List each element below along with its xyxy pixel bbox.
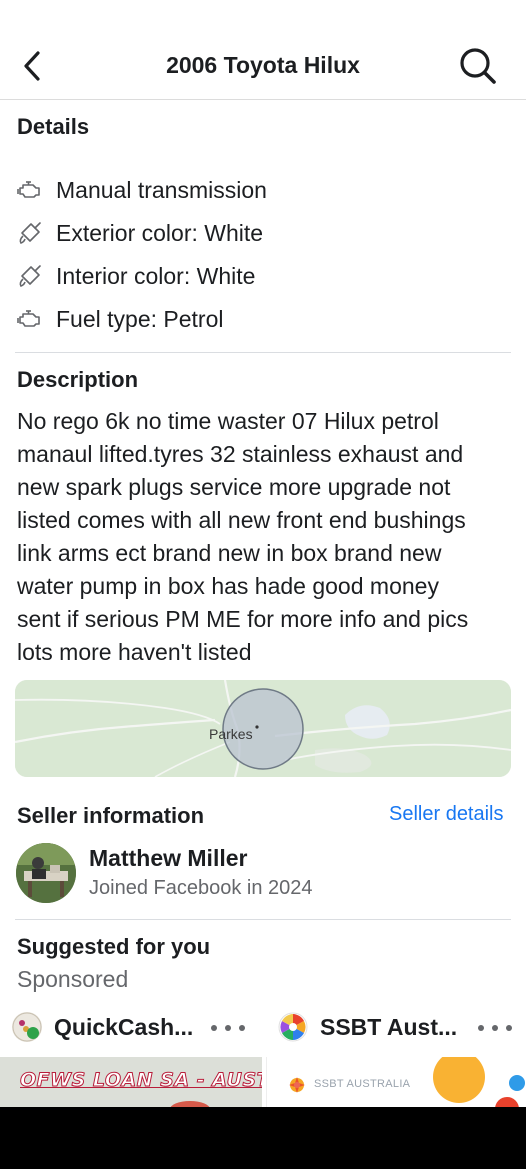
ad-advertiser-name: QuickCash... [54,1013,194,1040]
ad-banner-ssbt[interactable]: SSBT AUSTRALIA [266,1057,526,1107]
search-icon [460,48,496,84]
ad-banner-quickcash[interactable]: OFWS LOAN SA - AUSTRALIA [0,1057,262,1107]
more-dot [506,1025,512,1031]
more-horizontal-icon [478,1025,484,1031]
divider [15,919,511,920]
detail-label: Exterior color: White [56,219,264,246]
more-dot [492,1025,498,1031]
more-horizontal-icon [211,1025,217,1031]
search-button[interactable] [456,44,500,88]
engine-icon [17,177,47,203]
detail-transmission: Manual transmission [17,174,267,206]
description-line: No rego 6k no time waster 07 Hilux petro… [17,408,439,434]
ad-header-ssbt[interactable]: SSBT Aust... [278,1010,457,1044]
ad-header-quickcash[interactable]: QuickCash... [12,1010,193,1044]
more-dot [225,1025,231,1031]
avatar[interactable] [16,843,76,903]
detail-fuel-type: Fuel type: Petrol [17,303,223,335]
description-line: manaul lifted.tyres 32 stainless exhaust… [17,441,464,467]
description-line: link arms ect brand new in box brand new [17,540,442,566]
map-location-label: Parkes [209,726,253,742]
seller-name[interactable]: Matthew Miller [89,845,247,872]
description-line: new spark plugs service more upgrade not [17,474,451,500]
ad-more-button[interactable] [478,1020,512,1036]
paint-brush-icon [17,220,47,246]
quickcash-logo-icon [12,1012,42,1042]
description-line: listed comes with all new front end bush… [17,507,466,533]
location-map[interactable]: Parkes [15,680,511,777]
sponsored-label: Sponsored [17,966,129,992]
divider [15,352,511,353]
description-line: water pump in box has hade good money [17,573,439,599]
system-navigation-bar [0,1107,526,1169]
ssbt-logo-icon [278,1012,308,1042]
page-title: 2006 Toyota Hilux [166,52,360,78]
seller-heading: Seller information [17,803,205,828]
seller-joined-text: Joined Facebook in 2024 [89,877,313,899]
description-line: sent if serious PM ME for more info and … [17,606,469,632]
more-dot [239,1025,245,1031]
detail-interior-color: Interior color: White [17,260,255,292]
detail-label: Fuel type: Petrol [56,305,224,332]
description-text: No rego 6k no time waster 07 Hilux petro… [17,405,517,669]
ad-banner-text: SSBT AUSTRALIA [314,1078,411,1090]
detail-label: Manual transmission [56,176,267,203]
map-graphic [15,680,511,777]
ad-more-button[interactable] [211,1020,245,1036]
detail-exterior-color: Exterior color: White [17,217,263,249]
detail-label: Interior color: White [56,262,256,289]
ad-banner-text: OFWS LOAN SA - AUSTRALIA [20,1069,262,1092]
suggested-heading: Suggested for you [17,934,211,959]
description-line: lots more haven't listed [17,639,252,665]
ad-advertiser-name: SSBT Aust... [320,1013,458,1040]
description-heading: Description [17,367,139,392]
paint-brush-icon [17,263,47,289]
details-heading: Details [17,114,90,139]
top-bar: 2006 Toyota Hilux [0,0,526,100]
engine-icon [17,306,47,332]
seller-details-link[interactable]: Seller details [389,803,504,826]
